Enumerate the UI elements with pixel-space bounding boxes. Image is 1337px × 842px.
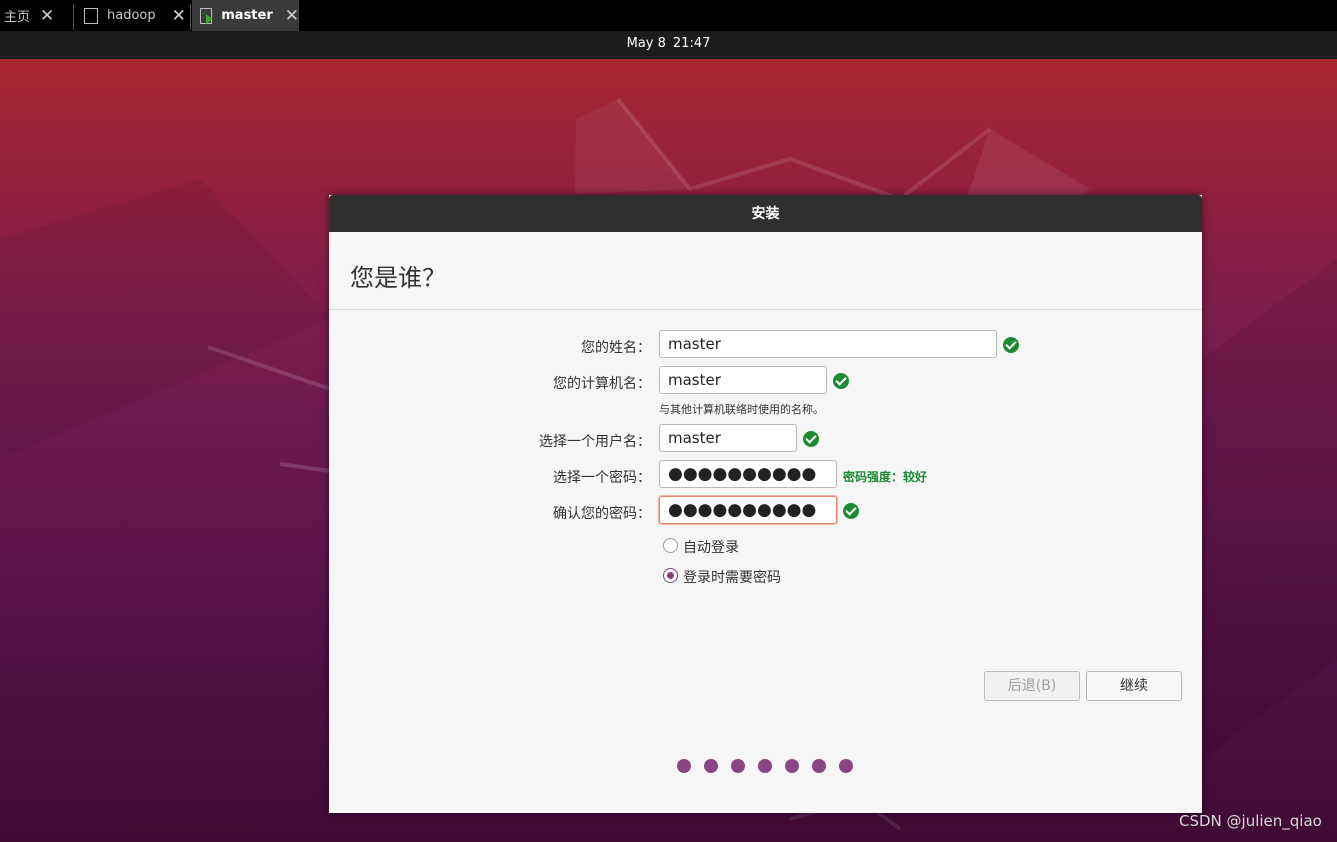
progress-dot (785, 759, 799, 773)
tab-home-label: 主页 (4, 10, 31, 25)
auto-login-radio[interactable] (663, 538, 678, 553)
password-field[interactable]: ●●●●●●●●●● (659, 460, 837, 488)
valid-check-icon (1003, 337, 1019, 353)
tab-hadoop-label: hadoop (107, 8, 156, 23)
confirm-password-field[interactable]: ●●●●●●●●●● (659, 496, 837, 524)
progress-dot (812, 759, 826, 773)
tab-master-label: master (221, 8, 273, 23)
progress-dot (704, 759, 718, 773)
tab-hadoop[interactable]: hadoop ✕ (76, 0, 188, 31)
require-password-label[interactable]: 登录时需要密码 (683, 567, 781, 587)
installer-window: 安装 您是谁？ 您的姓名： master 您的计算机名： master 与其他计… (329, 195, 1202, 813)
back-button[interactable]: 后退(B) (984, 671, 1080, 701)
close-icon[interactable]: ✕ (172, 6, 186, 26)
window-title: 安装 (329, 195, 1202, 232)
close-icon[interactable]: ✕ (40, 6, 54, 26)
valid-check-icon (843, 503, 859, 519)
clock-date: May 8 (626, 36, 666, 51)
tab-home[interactable]: 主页 ✕ (0, 0, 72, 31)
divider (329, 309, 1202, 310)
name-field[interactable]: master (659, 330, 997, 358)
valid-check-icon (803, 431, 819, 447)
top-panel: May 8 21:47 (0, 31, 1337, 59)
username-label: 选择一个用户名： (539, 434, 651, 450)
progress-dot (839, 759, 853, 773)
valid-check-icon (833, 373, 849, 389)
progress-dot (758, 759, 772, 773)
progress-dot (677, 759, 691, 773)
continue-button[interactable]: 继续 (1086, 671, 1182, 701)
tab-master[interactable]: master ✕ (192, 0, 299, 31)
clock[interactable]: May 8 21:47 (0, 36, 1337, 51)
page-title: 您是谁？ (350, 264, 446, 292)
computer-name-hint: 与其他计算机联络时使用的名称。 (659, 403, 824, 416)
name-label: 您的姓名： (581, 340, 651, 356)
confirm-password-label: 确认您的密码： (553, 506, 651, 522)
tab-divider (73, 4, 74, 30)
clock-time: 21:47 (672, 36, 711, 51)
vm-running-icon (200, 7, 214, 24)
require-password-radio[interactable] (663, 568, 678, 583)
password-strength: 密码强度：较好 (843, 470, 928, 484)
close-icon[interactable]: ✕ (285, 6, 299, 26)
computer-name-label: 您的计算机名： (553, 376, 651, 392)
username-field[interactable]: master (659, 424, 797, 452)
computer-name-field[interactable]: master (659, 366, 827, 394)
vm-icon (84, 7, 98, 24)
auto-login-label[interactable]: 自动登录 (683, 537, 739, 557)
progress-dot (731, 759, 745, 773)
tab-divider (190, 4, 191, 30)
vm-tab-bar: 主页 ✕ hadoop ✕ master ✕ (0, 0, 1337, 31)
progress-dots (677, 759, 853, 773)
password-label: 选择一个密码： (553, 470, 651, 486)
watermark: CSDN @julien_qiao (1179, 812, 1322, 830)
